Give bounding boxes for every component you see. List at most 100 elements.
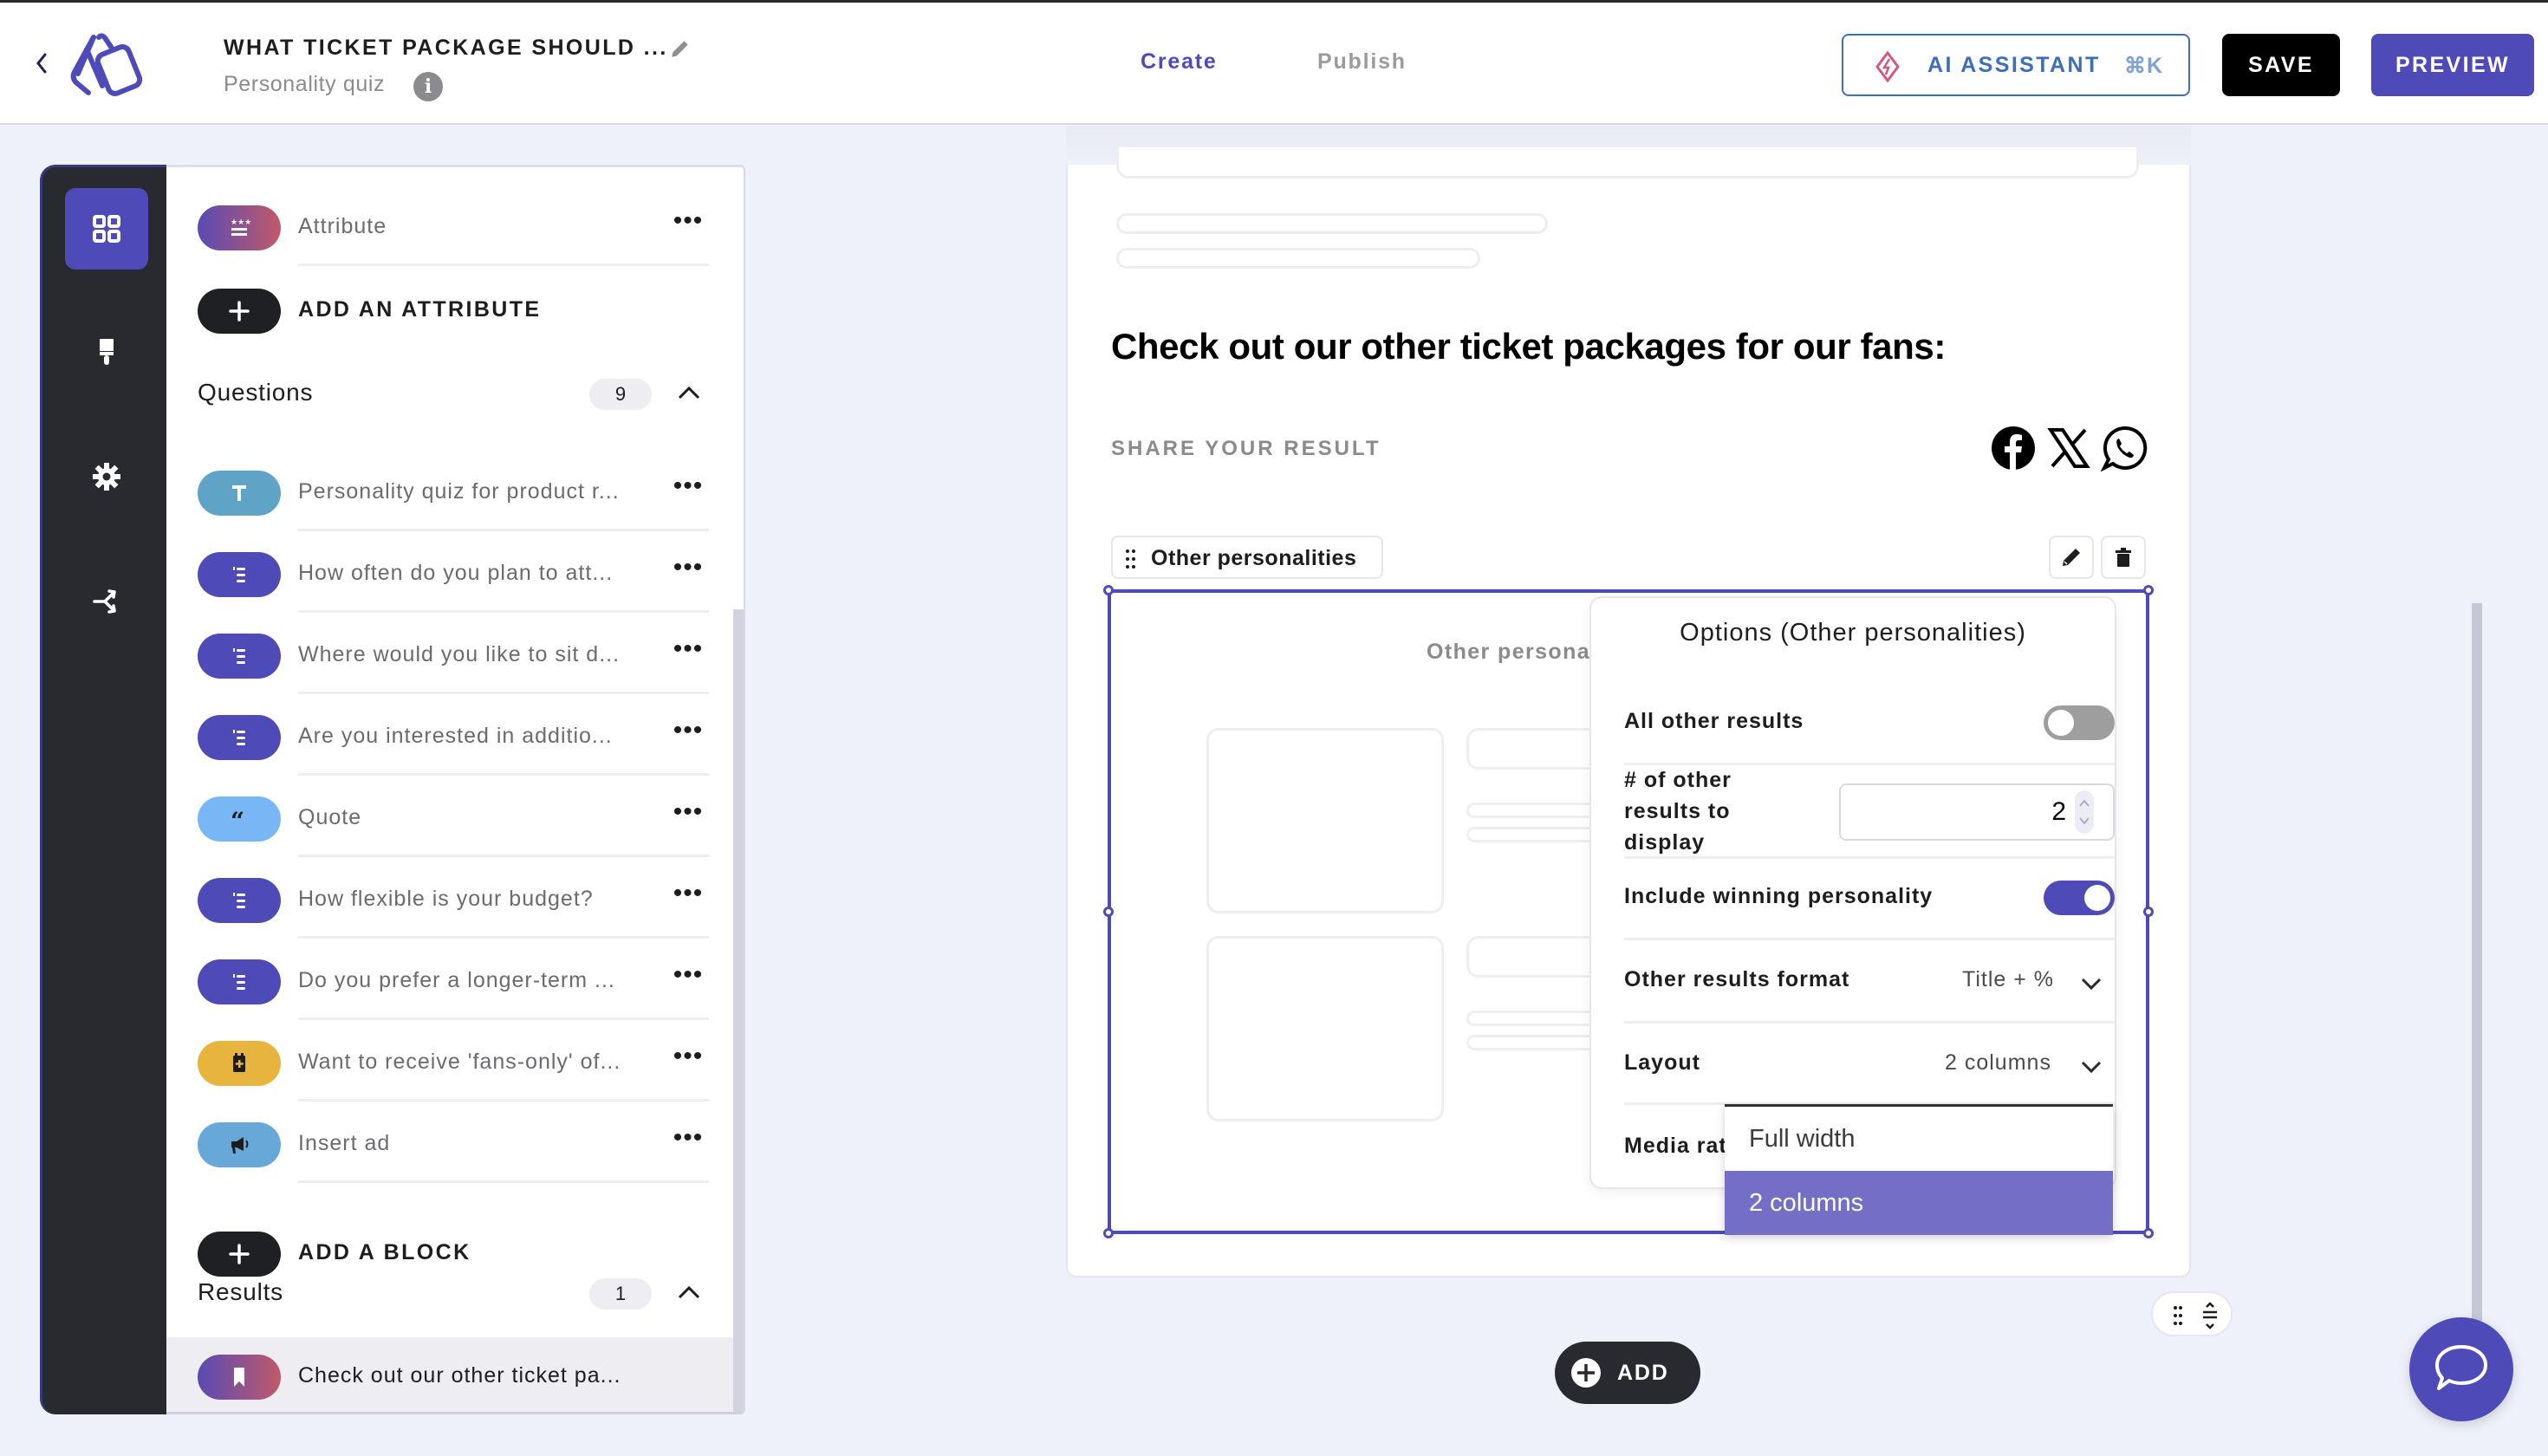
num-results-stepper[interactable] bbox=[2075, 790, 2094, 834]
skeleton-line bbox=[1466, 728, 1596, 770]
edit-block-button[interactable] bbox=[2049, 536, 2094, 579]
facebook-icon[interactable] bbox=[1990, 425, 2037, 471]
list-icon bbox=[198, 959, 281, 1004]
rail-item-settings[interactable] bbox=[65, 436, 148, 517]
chevron-down-icon[interactable] bbox=[2080, 1059, 2103, 1075]
divider bbox=[298, 263, 709, 266]
resize-handle[interactable] bbox=[2143, 1228, 2154, 1238]
result-item[interactable]: Check out our other ticket pa... bbox=[166, 1337, 735, 1412]
more-options-icon[interactable]: ••• bbox=[662, 204, 714, 245]
collapse-results-chevron-icon[interactable] bbox=[676, 1284, 702, 1301]
more-options-icon[interactable]: ••• bbox=[662, 469, 714, 510]
preview-button[interactable]: PREVIEW bbox=[2371, 34, 2534, 96]
tab-publish[interactable]: Publish bbox=[1317, 49, 1407, 75]
whatsapp-icon[interactable] bbox=[2101, 425, 2148, 471]
question-label: Where would you like to sit d... bbox=[298, 642, 621, 666]
results-heading: Results bbox=[198, 1278, 283, 1305]
plus-icon bbox=[198, 289, 281, 334]
rail-item-blocks[interactable] bbox=[65, 188, 148, 270]
layout-value[interactable]: 2 columns bbox=[1945, 1050, 2051, 1076]
save-button[interactable]: SAVE bbox=[2222, 34, 2340, 96]
question-item[interactable]: Where would you like to sit d... ••• bbox=[166, 613, 735, 694]
quiz-title[interactable]: WHAT TICKET PACKAGE SHOULD ... bbox=[224, 36, 668, 61]
more-options-icon[interactable]: ••• bbox=[662, 550, 714, 592]
branch-icon bbox=[93, 589, 116, 614]
rail-item-logic[interactable] bbox=[65, 561, 148, 642]
dropdown-option-2-columns[interactable]: 2 columns bbox=[1725, 1171, 2113, 1235]
ai-assistant-button[interactable]: AI ASSISTANT ⌘K bbox=[1842, 34, 2190, 96]
toggle-knob bbox=[2084, 885, 2110, 911]
form-icon bbox=[198, 1041, 281, 1086]
chevron-down-icon[interactable] bbox=[2080, 976, 2103, 991]
more-options-icon[interactable]: ••• bbox=[662, 1121, 714, 1162]
layout-dropdown-menu: Full width 2 columns bbox=[1725, 1104, 2113, 1235]
edit-title-pencil-icon[interactable] bbox=[669, 37, 692, 60]
add-attribute-button[interactable]: ADD AN ATTRIBUTE bbox=[166, 268, 735, 349]
more-options-icon[interactable]: ••• bbox=[662, 1039, 714, 1081]
add-label: ADD bbox=[1617, 1361, 1669, 1385]
skeleton-block bbox=[1116, 147, 2139, 179]
plus-icon bbox=[198, 1232, 281, 1277]
resize-handle[interactable] bbox=[2143, 907, 2154, 917]
more-options-icon[interactable]: ••• bbox=[662, 958, 714, 999]
pencil-icon bbox=[2063, 549, 2080, 566]
question-item[interactable]: Do you prefer a longer-term ... ••• bbox=[166, 939, 735, 1020]
trash-icon bbox=[2116, 548, 2131, 567]
collapse-questions-chevron-icon[interactable] bbox=[676, 384, 702, 401]
resize-handle[interactable] bbox=[1103, 585, 1114, 595]
tab-create[interactable]: Create bbox=[1141, 49, 1218, 75]
more-options-icon[interactable]: ••• bbox=[662, 632, 714, 673]
more-options-icon[interactable]: ••• bbox=[662, 713, 714, 755]
rail-item-design[interactable] bbox=[65, 311, 148, 393]
add-block-label: ADD A BLOCK bbox=[298, 1240, 471, 1264]
attribute-item[interactable]: ★★★ Attribute ••• bbox=[166, 185, 735, 266]
more-options-icon[interactable]: ••• bbox=[662, 795, 714, 836]
megaphone-icon bbox=[198, 1122, 281, 1167]
chat-support-button[interactable] bbox=[2409, 1317, 2513, 1421]
reorder-blocks-button[interactable] bbox=[2151, 1291, 2233, 1336]
quiz-type-label: Personality quiz bbox=[224, 72, 386, 96]
question-item[interactable]: Are you interested in additio... ••• bbox=[166, 694, 735, 776]
skeleton-media bbox=[1206, 728, 1444, 913]
question-item[interactable]: Want to receive 'fans-only' of... ••• bbox=[166, 1020, 735, 1102]
plus-circle-icon bbox=[1571, 1358, 1601, 1388]
dropdown-option-full-width[interactable]: Full width bbox=[1725, 1107, 2113, 1171]
question-label: Want to receive 'fans-only' of... bbox=[298, 1050, 621, 1074]
more-options-icon[interactable]: ••• bbox=[662, 876, 714, 918]
divider bbox=[1624, 1021, 2115, 1024]
result-heading[interactable]: Check out our other ticket packages for … bbox=[1111, 326, 1946, 367]
results-format-value[interactable]: Title + % bbox=[1962, 967, 2054, 992]
question-item[interactable]: How often do you plan to att... ••• bbox=[166, 531, 735, 613]
quote-icon: “ bbox=[198, 796, 281, 842]
num-results-input[interactable] bbox=[1839, 783, 2115, 841]
resize-handle[interactable] bbox=[1103, 1228, 1114, 1238]
question-item[interactable]: Personality quiz for product r... ••• bbox=[166, 450, 735, 531]
add-block-floating-button[interactable]: ADD bbox=[1555, 1342, 1700, 1404]
x-icon[interactable] bbox=[2045, 425, 2092, 471]
app-logo[interactable] bbox=[61, 30, 156, 100]
block-tag-other-personalities[interactable]: Other personalities bbox=[1111, 536, 1383, 579]
skeleton-line bbox=[1116, 248, 1480, 269]
resize-handle[interactable] bbox=[1103, 907, 1114, 917]
delete-block-button[interactable] bbox=[2101, 536, 2146, 579]
question-item[interactable]: How flexible is your budget? ••• bbox=[166, 857, 735, 939]
back-chevron-icon[interactable] bbox=[31, 46, 52, 81]
block-list-panel: ★★★ Attribute ••• ADD AN ATTRIBUTE Quest… bbox=[166, 165, 745, 1414]
panel-scrollbar[interactable] bbox=[733, 609, 744, 1412]
question-label: Quote bbox=[298, 805, 362, 829]
question-item[interactable]: “ Quote ••• bbox=[166, 776, 735, 857]
options-popover: Options (Other personalities) All other … bbox=[1589, 596, 2116, 1189]
bookmark-icon bbox=[198, 1355, 281, 1400]
include-winning-toggle[interactable] bbox=[2044, 881, 2115, 915]
all-other-results-toggle[interactable] bbox=[2044, 705, 2115, 740]
drag-handle-icon bbox=[2174, 1306, 2182, 1325]
drag-handle-icon[interactable] bbox=[1125, 548, 1137, 570]
canvas-scrollbar[interactable] bbox=[2472, 603, 2482, 1349]
top-bar: WHAT TICKET PACKAGE SHOULD ... Personali… bbox=[0, 0, 2548, 125]
info-icon[interactable]: i bbox=[413, 72, 443, 101]
attribute-label: Attribute bbox=[298, 214, 387, 238]
skeleton-line bbox=[1466, 936, 1596, 978]
question-item[interactable]: Insert ad ••• bbox=[166, 1102, 735, 1183]
resize-handle[interactable] bbox=[2143, 585, 2154, 595]
grid-icon bbox=[93, 215, 120, 243]
